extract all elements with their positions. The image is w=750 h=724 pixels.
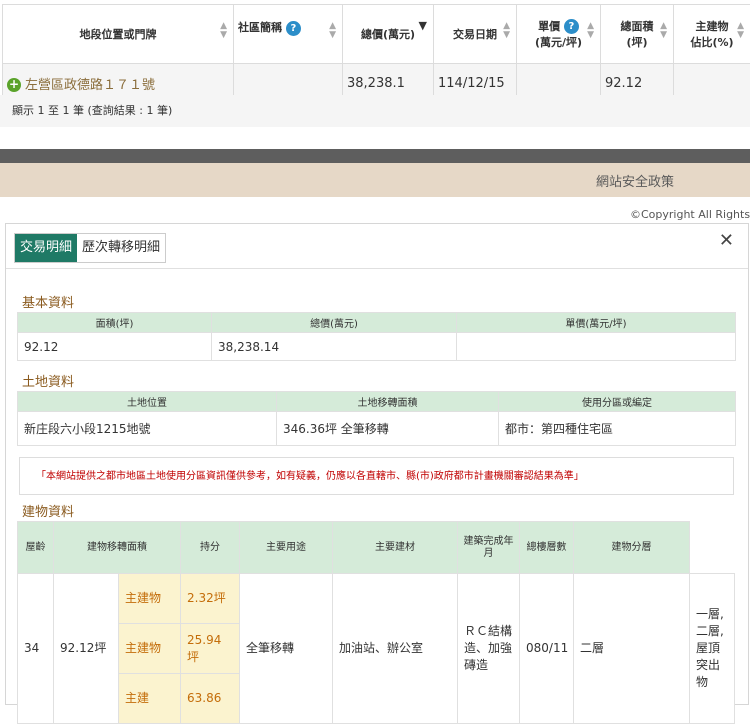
land-value-zoning: 都市：第四種住宅區 [499,412,736,446]
col-header-label: 總價(萬元) [361,28,415,41]
section-title-building: 建物資料 [22,501,74,520]
land-header-location: 土地位置 [18,392,277,412]
basic-table: 面積(坪) 總價(萬元) 單價(萬元/坪) 92.12 38,238.14 [17,312,736,361]
building-value-total-floors: 二層 [574,574,690,724]
sort-icon[interactable]: ▲▼ [737,22,744,40]
col-header-label: 總面積 [621,20,654,33]
help-icon[interactable]: ? [286,21,301,36]
basic-value-area: 92.12 [18,333,212,361]
modal-tabs: 交易明細 歷次轉移明細 [14,233,166,263]
building-part-area: 2.32坪 [181,574,240,624]
building-value-total-area: 92.12坪 [54,574,119,724]
land-value-transfer-area: 346.36坪 全筆移轉 [277,412,499,446]
building-header-floor: 建物分層 [574,522,690,574]
building-header-material: 主要建材 [333,522,458,574]
basic-header-unit-price: 單價(萬元/坪) [457,313,736,333]
land-value-location: 新庄段六小段1215地號 [18,412,277,446]
col-header-trade-date[interactable]: 交易日期 ▲▼ [434,5,517,64]
building-header-age: 屋齡 [18,522,54,574]
address-link[interactable]: 左營區政德路１７１號 [25,78,155,93]
tab-transaction-detail[interactable]: 交易明細 [15,234,77,262]
building-part-label: 主建物 [119,624,181,674]
sort-icon[interactable]: ▲▼ [503,22,510,40]
help-icon[interactable]: ? [564,19,579,34]
results-panel: 地段位置或門牌 ▲▼ 社區簡稱 ? ▲▼ 總價(萬元) ▼ 交易日期 ▲▼ 單價 ? (萬… [0,0,750,130]
building-part-area: 63.86 [181,674,240,724]
col-header-label: (萬元/坪) [535,36,582,49]
col-header-community[interactable]: 社區簡稱 ? ▲▼ [234,5,343,64]
building-value-built-year: 080/11 [520,574,574,724]
building-part-label: 主建物 [119,574,181,624]
building-header-share: 持分 [181,522,240,574]
building-value-age: 34 [18,574,54,724]
basic-value-total-price: 38,238.14 [212,333,457,361]
building-part-area: 25.94坪 [181,624,240,674]
close-icon[interactable]: ✕ [719,230,734,251]
basic-value-unit-price [457,333,736,361]
col-header-main-ratio[interactable]: 主建物佔比(%) ▲▼ [674,5,750,64]
sort-desc-icon[interactable]: ▼ [419,21,427,30]
basic-header-total-price: 總價(萬元) [212,313,457,333]
building-header-total-floors: 總樓層數 [520,522,574,574]
col-header-label: 主建物 [696,20,729,33]
col-header-label: 交易日期 [453,28,497,41]
col-header-label: 佔比(%) [690,36,733,49]
col-header-label: 社區簡稱 [238,21,282,34]
building-value-main-use: 加油站、辦公室 [333,574,458,724]
tab-transfer-history[interactable]: 歷次轉移明細 [77,234,165,262]
footer-divider [0,149,750,163]
copyright-text: ©Copyright All Rights [630,208,750,221]
section-title-land: 土地資料 [22,371,74,390]
security-policy-link[interactable]: 網站安全政策 [596,171,674,190]
detail-modal: 交易明細 歷次轉移明細 ✕ 基本資料 面積(坪) 總價(萬元) 單價(萬元/坪)… [5,223,749,705]
building-value-floor: 一層,二層,屋頂突出物 [690,574,735,724]
zoning-notice: 「本網站提供之都市地區土地使用分區資訊僅供參考，如有疑義，仍應以各直轄市、縣(市… [19,457,734,495]
building-value-material: ＲＣ結構造、加強磚造 [458,574,520,724]
col-header-total-price[interactable]: 總價(萬元) ▼ [343,5,434,64]
building-table: 屋齡 建物移轉面積 持分 主要用途 主要建材 建築完成年月 總樓層數 建物分層 … [17,521,735,724]
land-header-transfer-area: 土地移轉面積 [277,392,499,412]
section-title-basic: 基本資料 [22,292,74,311]
sort-icon[interactable]: ▲▼ [329,22,336,40]
land-table: 土地位置 土地移轉面積 使用分區或編定 新庄段六小段1215地號 346.36坪… [17,391,736,446]
col-header-label: 地段位置或門牌 [80,28,157,41]
building-header-main-use: 主要用途 [240,522,333,574]
building-header-transfer-area: 建物移轉面積 [54,522,181,574]
land-header-zoning: 使用分區或編定 [499,392,736,412]
pager-info: 顯示 1 至 1 筆 (查詢結果 : 1 筆) [0,95,750,127]
col-header-label: 單價 [538,20,560,33]
sort-icon[interactable]: ▲▼ [220,22,227,40]
col-header-label: (坪) [626,36,647,49]
sort-icon[interactable]: ▲▼ [660,22,667,40]
results-table: 地段位置或門牌 ▲▼ 社區簡稱 ? ▲▼ 總價(萬元) ▼ 交易日期 ▲▼ 單價 ? (萬… [2,4,750,103]
building-value-share: 全筆移轉 [240,574,333,724]
building-part-label: 主建 [119,674,181,724]
expand-plus-icon[interactable]: + [7,78,21,92]
col-header-unit-price[interactable]: 單價 ? (萬元/坪) ▲▼ [517,5,601,64]
col-header-location[interactable]: 地段位置或門牌 ▲▼ [3,5,234,64]
col-header-area[interactable]: 總面積 (坪) ▲▼ [601,5,674,64]
modal-divider [6,268,748,269]
sort-icon[interactable]: ▲▼ [587,22,594,40]
building-header-built-year: 建築完成年月 [458,522,520,574]
basic-header-area: 面積(坪) [18,313,212,333]
